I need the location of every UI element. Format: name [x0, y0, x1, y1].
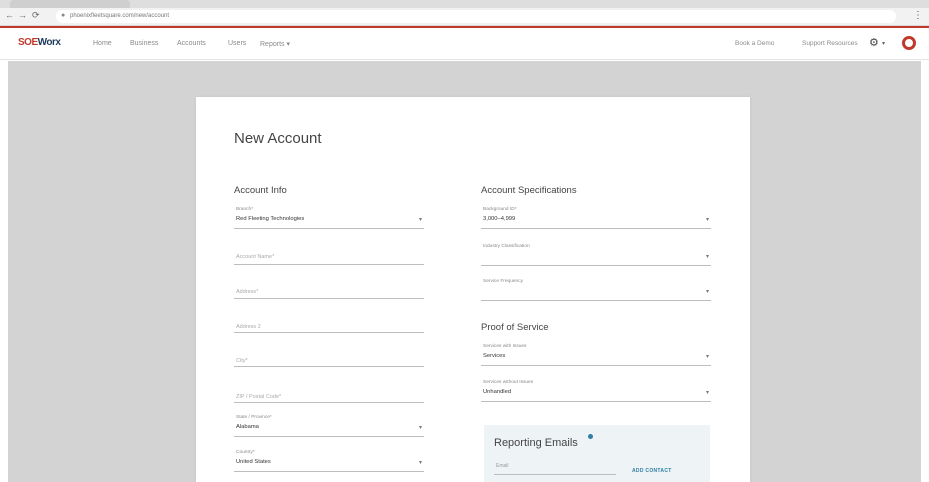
new-account-card: New Account Account Info Branch* Red Fle…: [196, 97, 750, 482]
address-placeholder: Address*: [236, 289, 259, 295]
browser-menu-icon[interactable]: ⋮: [913, 10, 923, 21]
proof-of-service-heading: Proof of Service: [481, 322, 549, 333]
chevron-down-icon: ▾: [418, 425, 422, 431]
background-label: Background ID*: [483, 207, 517, 212]
nav-reports[interactable]: Reports ▾: [260, 40, 290, 48]
email-field[interactable]: Email: [494, 459, 616, 477]
chevron-down-icon: ▾: [705, 289, 709, 295]
field-underline: [481, 228, 711, 229]
chevron-down-icon: ▾: [705, 390, 709, 396]
logo-sub: Worx: [37, 37, 61, 48]
with-issues-value: Services: [483, 353, 506, 359]
reporting-emails-panel: Reporting Emails Email ADD CONTACT: [484, 425, 710, 482]
avatar[interactable]: [902, 36, 916, 50]
info-dot-icon[interactable]: [588, 434, 593, 439]
field-underline: [234, 298, 424, 299]
browser-tab[interactable]: [10, 0, 130, 8]
chevron-down-icon[interactable]: ▾: [882, 40, 885, 47]
add-contact-button[interactable]: ADD CONTACT: [632, 468, 672, 474]
reload-icon[interactable]: ⟳: [32, 10, 40, 21]
address-field[interactable]: Address*: [234, 282, 424, 314]
country-value: United States: [236, 459, 271, 465]
account-name-field[interactable]: Account Name*: [234, 247, 424, 279]
state-value: Alabama: [236, 424, 259, 430]
city-field[interactable]: City*: [234, 351, 424, 383]
lock-icon: ●: [61, 12, 66, 19]
services-with-issues-select[interactable]: Services with Issues Services ▾: [481, 344, 711, 376]
country-select[interactable]: Country* United States ▾: [234, 450, 424, 482]
field-underline: [234, 402, 424, 403]
state-label: State / Province*: [236, 415, 272, 420]
chevron-down-icon: ▾: [705, 217, 709, 223]
address2-field[interactable]: Address 2: [234, 317, 424, 349]
classification-select[interactable]: Industry Classification ▾: [481, 244, 711, 276]
nav-business[interactable]: Business: [130, 40, 158, 47]
nav-users[interactable]: Users: [228, 40, 246, 47]
reporting-emails-heading: Reporting Emails: [494, 437, 578, 449]
url-text: phoenixfleetsquare.com/new/account: [70, 13, 170, 19]
without-issues-label: Services without Issues: [483, 380, 534, 385]
field-underline: [234, 228, 424, 229]
classification-label: Industry Classification: [483, 244, 530, 249]
chevron-down-icon: ▾: [418, 460, 422, 466]
book-demo-link[interactable]: Book a Demo: [735, 40, 774, 47]
logo[interactable]: SOEWorx: [18, 37, 61, 48]
field-underline: [481, 265, 711, 266]
field-underline: [234, 471, 424, 472]
field-underline: [234, 436, 424, 437]
page-title: New Account: [234, 130, 322, 147]
field-underline: [494, 474, 616, 475]
field-underline: [234, 264, 424, 265]
nav-accounts[interactable]: Accounts: [177, 40, 206, 47]
services-without-issues-select[interactable]: Services without Issues Unhandled ▾: [481, 380, 711, 412]
with-issues-label: Services with Issues: [483, 344, 527, 349]
account-specifications-heading: Account Specifications: [481, 185, 577, 196]
branch-select[interactable]: Branch* Red Fleeting Technologies ▾: [234, 207, 424, 239]
chevron-down-icon: ▾: [418, 217, 422, 223]
account-info-heading: Account Info: [234, 185, 287, 196]
support-resources-link[interactable]: Support Resources: [802, 40, 858, 47]
back-icon[interactable]: ←: [5, 10, 14, 20]
field-underline: [481, 300, 711, 301]
account-name-placeholder: Account Name*: [236, 254, 275, 260]
country-label: Country*: [236, 450, 255, 455]
state-select[interactable]: State / Province* Alabama ▾: [234, 415, 424, 447]
logo-main: SOE: [18, 37, 38, 48]
gear-icon[interactable]: ⚙: [869, 36, 879, 49]
field-underline: [481, 401, 711, 402]
background-value: 3,000–4,999: [483, 216, 516, 222]
chevron-down-icon: ▾: [705, 354, 709, 360]
branch-label: Branch*: [236, 207, 254, 212]
zip-placeholder: ZIP / Postal Code*: [236, 394, 282, 400]
city-placeholder: City*: [236, 358, 248, 364]
browser-toolbar: ← → ⟳ ● phoenixfleetsquare.com/new/accou…: [0, 8, 929, 26]
frequency-select[interactable]: Service Frequency ▾: [481, 279, 711, 311]
chevron-down-icon: ▾: [705, 254, 709, 260]
frequency-label: Service Frequency: [483, 279, 523, 284]
forward-icon[interactable]: →: [18, 10, 27, 20]
address2-placeholder: Address 2: [236, 324, 261, 330]
field-underline: [481, 365, 711, 366]
field-underline: [234, 332, 424, 333]
field-underline: [234, 366, 424, 367]
address-bar[interactable]: ● phoenixfleetsquare.com/new/account: [56, 10, 896, 23]
background-select[interactable]: Background ID* 3,000–4,999 ▾: [481, 207, 711, 239]
nav-home[interactable]: Home: [93, 40, 112, 47]
browser-tabstrip: [0, 0, 929, 8]
email-placeholder: Email: [496, 463, 509, 469]
branch-value: Red Fleeting Technologies: [236, 216, 305, 222]
without-issues-value: Unhandled: [483, 389, 512, 395]
app-header: SOEWorx Home Business Accounts Users Rep…: [0, 26, 929, 60]
